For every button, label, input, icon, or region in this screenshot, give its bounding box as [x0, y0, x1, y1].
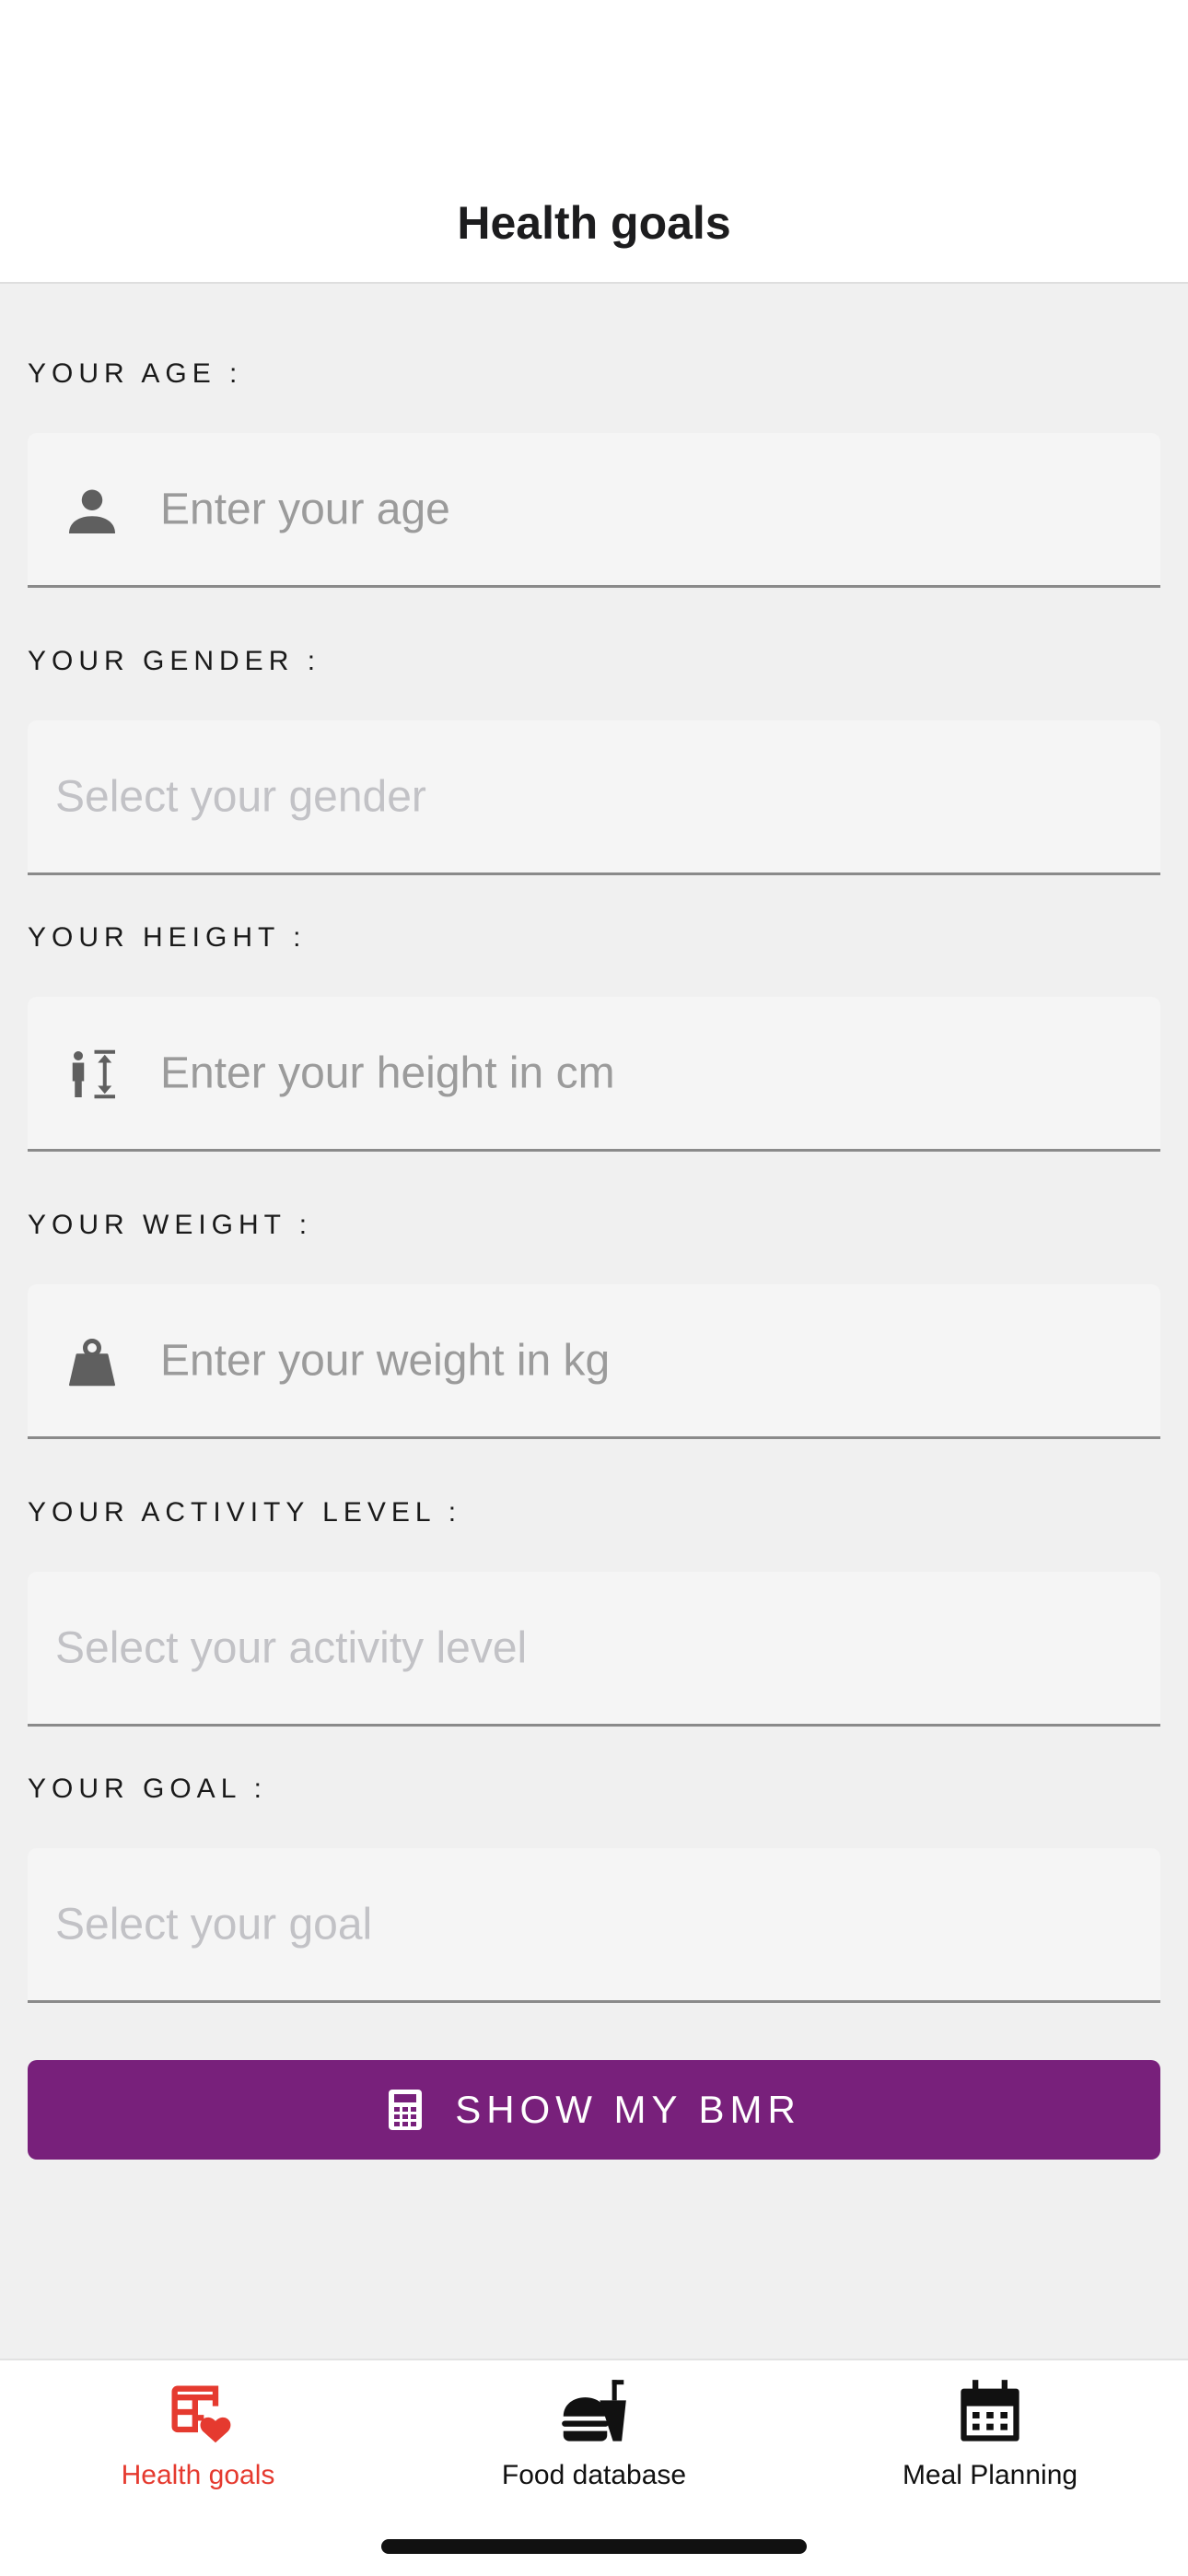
home-indicator — [381, 2539, 807, 2554]
weight-input[interactable]: Enter your weight in kg — [28, 1284, 1160, 1439]
header: Health goals — [0, 0, 1188, 284]
age-placeholder: Enter your age — [160, 485, 450, 533]
tab-meal-planning[interactable]: Meal Planning — [792, 2377, 1188, 2515]
food-icon — [559, 2377, 629, 2447]
show-bmr-button[interactable]: SHOW MY BMR — [28, 2060, 1160, 2160]
calculator-icon — [387, 2088, 424, 2132]
height-input[interactable]: Enter your height in cm — [28, 997, 1160, 1152]
weight-placeholder: Enter your weight in kg — [160, 1336, 611, 1385]
activity-select[interactable]: Select your activity level — [28, 1572, 1160, 1727]
height-label: YOUR HEIGHT : — [28, 922, 307, 953]
tab-meal-planning-label: Meal Planning — [902, 2460, 1078, 2490]
tab-health-goals[interactable]: Health goals — [0, 2377, 396, 2515]
activity-placeholder: Select your activity level — [55, 1623, 528, 1672]
activity-label: YOUR ACTIVITY LEVEL : — [28, 1497, 462, 1528]
goal-label: YOUR GOAL : — [28, 1774, 267, 1804]
weight-label: YOUR WEIGHT : — [28, 1210, 313, 1240]
height-icon — [64, 1047, 120, 1102]
age-label: YOUR AGE : — [28, 358, 243, 389]
goal-placeholder: Select your goal — [55, 1900, 373, 1949]
show-bmr-label: SHOW MY BMR — [455, 2088, 801, 2131]
tab-health-goals-label: Health goals — [121, 2460, 275, 2490]
tab-food-database-label: Food database — [501, 2460, 687, 2490]
calendar-icon — [955, 2377, 1025, 2447]
gender-select[interactable]: Select your gender — [28, 720, 1160, 875]
page-title: Health goals — [457, 197, 731, 249]
person-icon — [64, 483, 120, 538]
gender-label: YOUR GENDER : — [28, 646, 321, 676]
age-input[interactable]: Enter your age — [28, 433, 1160, 588]
height-placeholder: Enter your height in cm — [160, 1048, 615, 1097]
weight-icon — [64, 1334, 120, 1389]
tab-food-database[interactable]: Food database — [396, 2377, 792, 2515]
goal-select[interactable]: Select your goal — [28, 1848, 1160, 2003]
health-goals-icon — [163, 2377, 233, 2447]
gender-placeholder: Select your gender — [55, 772, 426, 821]
